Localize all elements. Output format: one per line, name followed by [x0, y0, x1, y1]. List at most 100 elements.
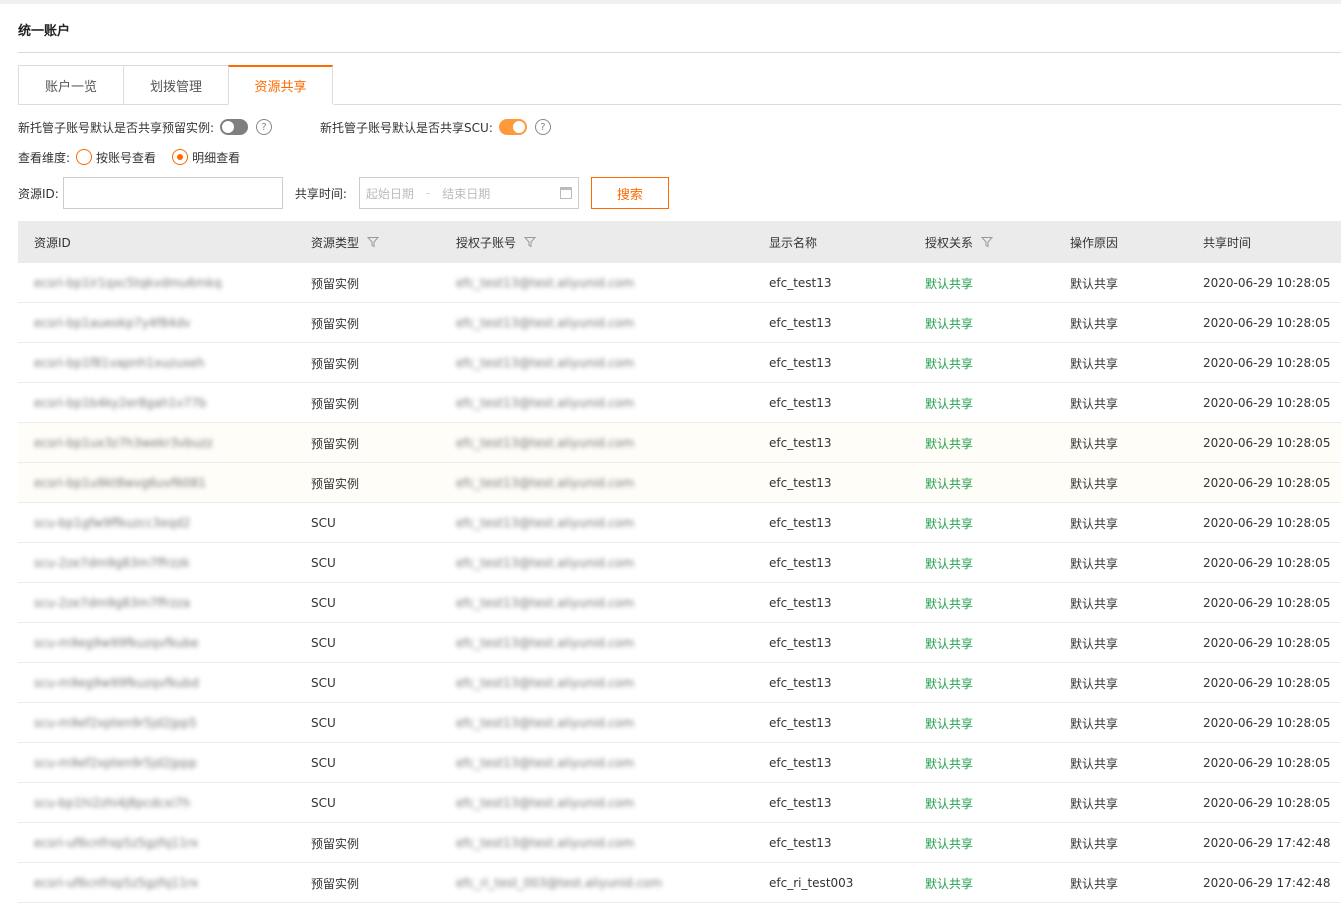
header-operation-reason: 操作原因	[1070, 221, 1118, 263]
tab-transfer-management[interactable]: 划拨管理	[123, 65, 228, 105]
cell-text: 2020-06-29 10:28:05	[1203, 756, 1331, 770]
cell-resource-type: 预留实例	[311, 463, 359, 503]
cell-text: 默认共享	[925, 476, 974, 491]
cell-resource-id: ecsri-bp1ir1qxc5tqkvdmu6mkq	[34, 263, 222, 303]
radio-detail[interactable]	[172, 149, 189, 165]
calendar-icon[interactable]	[559, 187, 572, 199]
cell-display-name: efc_test13	[769, 503, 832, 543]
cell-operation-reason: 默认共享	[1070, 823, 1118, 863]
ri-share-toggle[interactable]	[220, 119, 249, 135]
cell-display-name: efc_test13	[769, 463, 832, 503]
cell-text: scu-m9eg9w99fkuzqvfkube	[34, 636, 199, 650]
header-share-time: 共享时间	[1203, 221, 1251, 263]
end-date-placeholder[interactable]: 结束日期	[442, 185, 490, 202]
cell-authorized-account: efc_test13@test.aliyunid.com	[456, 303, 634, 343]
tab-account-overview[interactable]: 账户一览	[18, 65, 123, 105]
cell-authorized-account: efc_ri_test_003@test.aliyunid.com	[456, 863, 662, 903]
cell-text: efc_test13@test.aliyunid.com	[456, 476, 635, 490]
help-icon[interactable]: ?	[256, 119, 273, 135]
cell-text: 预留实例	[311, 436, 360, 451]
radio-by-account[interactable]	[76, 149, 93, 165]
cell-authorization-relation: 默认共享	[925, 703, 973, 743]
filter-icon[interactable]	[524, 236, 537, 248]
cell-text: 2020-06-29 10:28:05	[1203, 556, 1331, 570]
cell-resource-type: SCU	[311, 503, 336, 543]
start-date-placeholder[interactable]: 起始日期	[366, 185, 414, 202]
cell-text: 2020-06-29 17:42:48	[1203, 836, 1331, 850]
cell-operation-reason: 默认共享	[1070, 463, 1118, 503]
cell-authorization-relation: 默认共享	[925, 863, 973, 903]
header-label: 资源类型	[311, 235, 360, 250]
header-resource-type: 资源类型	[311, 221, 380, 263]
scu-share-toggle[interactable]	[498, 119, 527, 135]
help-icon[interactable]: ?	[534, 119, 551, 135]
scu-share-label: 新托管子账号默认是否共享SCU:	[320, 120, 493, 135]
filter-icon[interactable]	[981, 236, 994, 248]
cell-authorization-relation: 默认共享	[925, 263, 973, 303]
cell-authorized-account: efc_test13@test.aliyunid.com	[456, 743, 634, 783]
cell-text: 预留实例	[311, 356, 360, 371]
cell-operation-reason: 默认共享	[1070, 263, 1118, 303]
cell-text: 2020-06-29 17:42:48	[1203, 876, 1331, 890]
cell-text: efc_test13	[769, 276, 832, 290]
table-row: scu-m9eg9w99fkuzqvfkube SCU efc_test13@tes…	[18, 623, 1341, 663]
radio-by-account-label[interactable]: 按账号查看	[96, 149, 156, 166]
cell-text: 默认共享	[925, 556, 974, 571]
cell-operation-reason: 默认共享	[1070, 543, 1118, 583]
cell-text: efc_test13@test.aliyunid.com	[456, 516, 635, 530]
cell-text: 默认共享	[925, 356, 974, 371]
cell-text: efc_ri_test_003@test.aliyunid.com	[456, 876, 663, 890]
cell-text: 2020-06-29 10:28:05	[1203, 276, 1331, 290]
radio-detail-label[interactable]: 明细查看	[192, 149, 240, 166]
table-body: ecsri-bp1ir1qxc5tqkvdmu6mkq 预留实例 efc_test1…	[18, 263, 1341, 903]
cell-text: SCU	[311, 636, 336, 650]
header-authorized-account: 授权子账号	[456, 221, 537, 263]
cell-share-time: 2020-06-29 10:28:05	[1203, 383, 1330, 423]
cell-text: 默认共享	[1070, 316, 1119, 331]
cell-text: efc_test13@test.aliyunid.com	[456, 556, 635, 570]
cell-authorization-relation: 默认共享	[925, 783, 973, 823]
cell-share-time: 2020-06-29 10:28:05	[1203, 503, 1330, 543]
cell-display-name: efc_test13	[769, 743, 832, 783]
cell-text: efc_test13	[769, 836, 832, 850]
cell-text: efc_test13	[769, 396, 832, 410]
cell-display-name: efc_test13	[769, 823, 832, 863]
cell-text: 2020-06-29 10:28:05	[1203, 476, 1331, 490]
cell-text: scu-m9ef2xpten9r5jd2jppp	[34, 756, 197, 770]
header-label: 操作原因	[1070, 235, 1119, 250]
cell-text: 默认共享	[925, 836, 974, 851]
cell-text: 默认共享	[925, 676, 974, 691]
table-row: ecsri-bp1b4ky2er8gah1v77b 预留实例 efc_test13@…	[18, 383, 1341, 423]
cell-text: efc_test13	[769, 716, 832, 730]
cell-authorized-account: efc_test13@test.aliyunid.com	[456, 783, 634, 823]
cell-operation-reason: 默认共享	[1070, 783, 1118, 823]
filter-icon[interactable]	[367, 236, 380, 248]
cell-display-name: efc_test13	[769, 263, 832, 303]
header-display-name: 显示名称	[769, 221, 817, 263]
cell-text: 预留实例	[311, 276, 360, 291]
cell-authorization-relation: 默认共享	[925, 743, 973, 783]
cell-text: SCU	[311, 716, 336, 730]
cell-text: 2020-06-29 10:28:05	[1203, 716, 1331, 730]
table-row: ecsri-bp1ir1qxc5tqkvdmu6mkq 预留实例 efc_test1…	[18, 263, 1341, 303]
table-row: ecsri-uf6cnfrxp5z5gzfq11rx 预留实例 efc_test13…	[18, 823, 1341, 863]
cell-operation-reason: 默认共享	[1070, 703, 1118, 743]
search-button[interactable]: 搜索	[590, 177, 669, 209]
date-range-picker[interactable]: 起始日期 - 结束日期	[358, 177, 579, 209]
page-title: 统一账户	[18, 24, 71, 39]
cell-text: 预留实例	[311, 396, 360, 411]
cell-resource-id: ecsri-bp1ux3z7h3wekr3vbuzz	[34, 423, 213, 463]
cell-text: SCU	[311, 676, 336, 690]
cell-resource-id: scu-m9ef2xpten9r5jd2jpp5	[34, 703, 197, 743]
cell-resource-type: 预留实例	[311, 303, 359, 343]
tab-resource-sharing[interactable]: 资源共享	[228, 65, 333, 105]
cell-text: 默认共享	[925, 396, 974, 411]
cell-authorized-account: efc_test13@test.aliyunid.com	[456, 383, 634, 423]
table-row: scu-2ze7dm9g83m7ffrzza SCU efc_test13@test…	[18, 583, 1341, 623]
cell-display-name: efc_test13	[769, 383, 832, 423]
cell-resource-type: 预留实例	[311, 343, 359, 383]
cell-text: 默认共享	[1070, 436, 1119, 451]
resource-id-input[interactable]	[62, 177, 283, 209]
resource-table: 资源ID 资源类型 授权子账号 显示名称 授权关系 操作原因 共享时间 ecsri-bp1i…	[18, 221, 1341, 903]
cell-text: 默认共享	[1070, 836, 1119, 851]
